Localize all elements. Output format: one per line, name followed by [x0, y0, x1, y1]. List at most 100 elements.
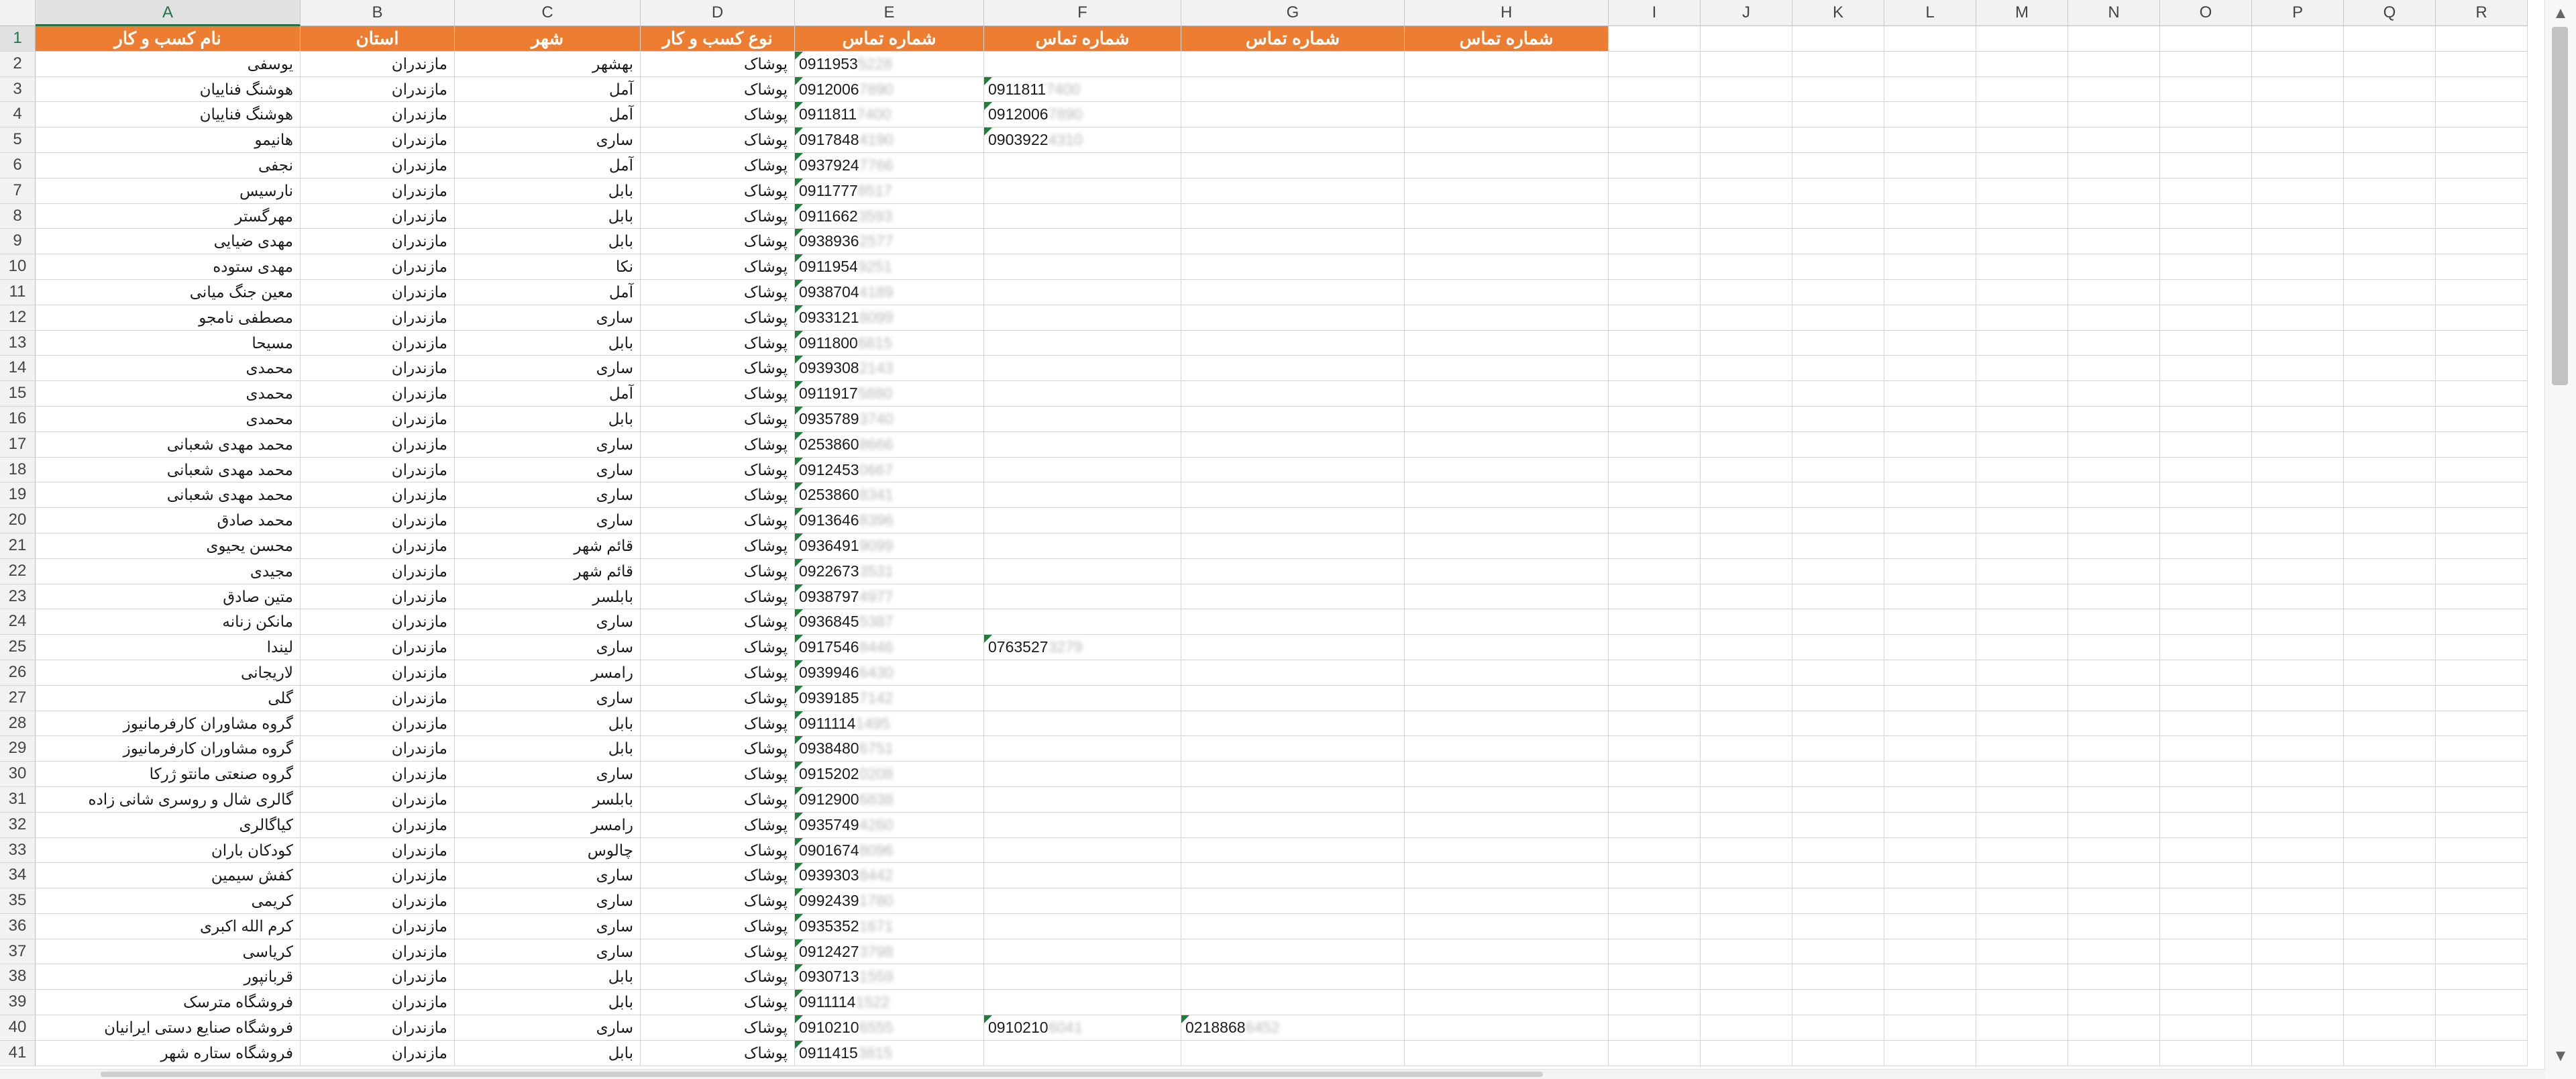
- empty-cell[interactable]: [1609, 660, 1701, 686]
- empty-cell[interactable]: [1609, 76, 1701, 103]
- empty-cell[interactable]: [2344, 609, 2436, 635]
- column-header-i[interactable]: I: [1609, 0, 1701, 26]
- empty-cell[interactable]: [2252, 305, 2344, 331]
- empty-cell[interactable]: [1884, 76, 1976, 103]
- empty-cell[interactable]: [1976, 229, 2068, 255]
- phone-cell-3[interactable]: [1181, 178, 1405, 204]
- empty-cell[interactable]: [1792, 279, 1884, 305]
- empty-cell[interactable]: [1884, 1040, 1976, 1066]
- business-type-cell[interactable]: پوشاک: [641, 76, 795, 103]
- empty-cell[interactable]: [2344, 1015, 2436, 1041]
- empty-cell[interactable]: [2160, 305, 2252, 331]
- phone-cell-2[interactable]: [984, 431, 1181, 458]
- empty-cell[interactable]: [2252, 736, 2344, 762]
- phone-cell-2[interactable]: [984, 609, 1181, 635]
- empty-cell[interactable]: [1976, 152, 2068, 178]
- empty-cell[interactable]: [1976, 356, 2068, 382]
- business-name-cell[interactable]: کفش سیمین: [36, 863, 301, 889]
- empty-cell[interactable]: [2068, 990, 2160, 1016]
- scroll-down-icon[interactable]: ▼: [2545, 1043, 2576, 1070]
- empty-cell[interactable]: [2160, 482, 2252, 509]
- business-name-cell[interactable]: نجفی: [36, 152, 301, 178]
- phone-cell-2[interactable]: [984, 786, 1181, 813]
- row-header[interactable]: 14: [0, 356, 36, 382]
- empty-cell[interactable]: [2160, 178, 2252, 204]
- phone-cell-4[interactable]: [1405, 786, 1609, 813]
- empty-cell[interactable]: [1701, 812, 1792, 838]
- row-header[interactable]: 18: [0, 457, 36, 483]
- province-cell[interactable]: مازندران: [301, 482, 455, 509]
- empty-cell[interactable]: [1976, 330, 2068, 356]
- empty-cell[interactable]: [1701, 964, 1792, 990]
- phone-cell-2[interactable]: [984, 533, 1181, 559]
- phone-cell-2[interactable]: [984, 584, 1181, 610]
- phone-cell-3[interactable]: [1181, 558, 1405, 584]
- city-cell[interactable]: بابل: [455, 964, 641, 990]
- empty-cell[interactable]: [2344, 431, 2436, 458]
- phone-cell-1[interactable]: 09387974977: [795, 584, 984, 610]
- empty-cell[interactable]: [1976, 26, 2068, 52]
- empty-cell[interactable]: [1884, 762, 1976, 787]
- empty-cell[interactable]: [2252, 609, 2344, 635]
- empty-cell[interactable]: [2436, 330, 2528, 356]
- empty-cell[interactable]: [1609, 457, 1701, 483]
- province-cell[interactable]: مازندران: [301, 254, 455, 280]
- business-name-cell[interactable]: مهدی ستوده: [36, 254, 301, 280]
- empty-cell[interactable]: [2436, 990, 2528, 1016]
- empty-cell[interactable]: [1884, 152, 1976, 178]
- empty-cell[interactable]: [2068, 863, 2160, 889]
- business-name-cell[interactable]: هانیمو: [36, 127, 301, 153]
- scroll-up-icon[interactable]: ▲: [2545, 0, 2576, 27]
- empty-cell[interactable]: [2068, 431, 2160, 458]
- phone-cell-4[interactable]: [1405, 457, 1609, 483]
- empty-cell[interactable]: [2252, 203, 2344, 229]
- empty-cell[interactable]: [2160, 660, 2252, 686]
- column-header-d[interactable]: D: [641, 0, 795, 26]
- empty-cell[interactable]: [2344, 381, 2436, 407]
- empty-cell[interactable]: [2160, 812, 2252, 838]
- business-type-cell[interactable]: پوشاک: [641, 558, 795, 584]
- business-type-cell[interactable]: پوشاک: [641, 406, 795, 432]
- empty-cell[interactable]: [2344, 26, 2436, 52]
- city-cell[interactable]: نکا: [455, 254, 641, 280]
- province-cell[interactable]: مازندران: [301, 1015, 455, 1041]
- empty-cell[interactable]: [2436, 939, 2528, 965]
- province-cell[interactable]: مازندران: [301, 913, 455, 939]
- business-name-cell[interactable]: محمد مهدی شعبانی: [36, 482, 301, 509]
- empty-cell[interactable]: [2436, 254, 2528, 280]
- empty-cell[interactable]: [2252, 152, 2344, 178]
- phone-cell-2[interactable]: [984, 406, 1181, 432]
- empty-cell[interactable]: [1976, 786, 2068, 813]
- row-header[interactable]: 27: [0, 685, 36, 711]
- empty-cell[interactable]: [2252, 178, 2344, 204]
- business-name-cell[interactable]: محمدی: [36, 356, 301, 382]
- province-cell[interactable]: مازندران: [301, 229, 455, 255]
- business-type-cell[interactable]: پوشاک: [641, 279, 795, 305]
- empty-cell[interactable]: [2436, 964, 2528, 990]
- row-header[interactable]: 28: [0, 711, 36, 737]
- business-type-cell[interactable]: پوشاک: [641, 786, 795, 813]
- business-name-cell[interactable]: محمد صادق: [36, 508, 301, 533]
- phone-cell-4[interactable]: [1405, 660, 1609, 686]
- empty-cell[interactable]: [2344, 330, 2436, 356]
- empty-cell[interactable]: [2436, 381, 2528, 407]
- empty-cell[interactable]: [2436, 457, 2528, 483]
- empty-cell[interactable]: [1792, 51, 1884, 77]
- phone-cell-2[interactable]: [984, 1040, 1181, 1066]
- empty-cell[interactable]: [1884, 812, 1976, 838]
- empty-cell[interactable]: [2160, 888, 2252, 914]
- city-cell[interactable]: ساری: [455, 635, 641, 660]
- empty-cell[interactable]: [1976, 457, 2068, 483]
- business-type-cell[interactable]: پوشاک: [641, 1015, 795, 1041]
- empty-cell[interactable]: [2252, 990, 2344, 1016]
- phone-cell-1[interactable]: 09111141522: [795, 990, 984, 1016]
- empty-cell[interactable]: [1792, 837, 1884, 864]
- empty-cell[interactable]: [2344, 178, 2436, 204]
- empty-cell[interactable]: [1609, 635, 1701, 660]
- phone-cell-3[interactable]: [1181, 51, 1405, 77]
- province-cell[interactable]: مازندران: [301, 356, 455, 382]
- phone-cell-4[interactable]: [1405, 964, 1609, 990]
- empty-cell[interactable]: [1976, 888, 2068, 914]
- horizontal-scroll-thumb[interactable]: [101, 1072, 1543, 1077]
- empty-cell[interactable]: [2436, 558, 2528, 584]
